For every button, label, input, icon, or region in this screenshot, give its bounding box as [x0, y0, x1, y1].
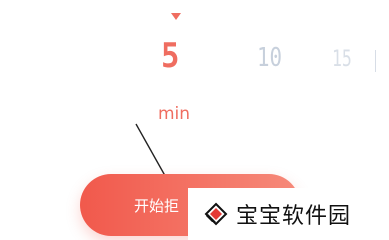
watermark-text: 宝宝软件园: [236, 204, 352, 229]
watermark-logo-icon: [204, 202, 228, 226]
watermark: 宝宝软件园: [188, 188, 389, 240]
start-button-label: 开始拒: [134, 196, 180, 215]
